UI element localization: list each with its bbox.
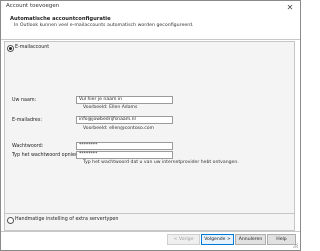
email-input[interactable]: info@jowbedrijfsnaam.nl — [76, 116, 173, 124]
cancel-button[interactable]: Annuleren — [235, 234, 266, 245]
resize-grip-icon[interactable] — [292, 242, 298, 248]
manual-setup-label[interactable]: Handmatige instelling of extra servertyp… — [15, 217, 118, 222]
email-label: E-mailadres: — [12, 118, 42, 123]
name-input[interactable]: Vul hier je naam in — [76, 96, 173, 104]
email-account-radio-icon[interactable] — [7, 45, 14, 52]
email-account-label[interactable]: E-mailaccount — [15, 45, 49, 50]
password-input[interactable]: ******** — [76, 142, 173, 150]
header-title: Automatische accountconfiguratie — [10, 16, 111, 22]
name-label: Uw naam: — [12, 98, 37, 103]
footer-divider — [1, 231, 300, 232]
password-label: Wachtwoord: — [12, 144, 44, 149]
password-confirm-input[interactable]: ******** — [76, 151, 173, 159]
manual-setup-panel — [4, 213, 295, 231]
title-bar[interactable]: Account toevoegen ✕ — [1, 1, 300, 15]
window-title: Account toevoegen — [6, 3, 60, 9]
back-button[interactable]: < Vorige — [167, 234, 200, 245]
name-example: Voorbeeld: Ellen Adams — [83, 105, 138, 110]
manual-setup-radio-icon[interactable] — [7, 217, 14, 224]
email-example: Voorbeeld: ellen@contoso.com — [83, 126, 155, 131]
password-hint: Typ het wachtwoord dat u van uw internet… — [83, 160, 239, 165]
header-divider — [1, 39, 300, 40]
next-button[interactable]: Volgende > — [201, 234, 234, 245]
password-confirm-label: Typ het wachtwoord opnieuw: — [12, 153, 84, 158]
account-dialog: Account toevoegen ✕ Automatische account… — [0, 0, 301, 251]
close-icon[interactable]: ✕ — [284, 2, 296, 13]
header-subtitle: In Outlook kunnen veel e-mailaccounts au… — [14, 23, 194, 28]
